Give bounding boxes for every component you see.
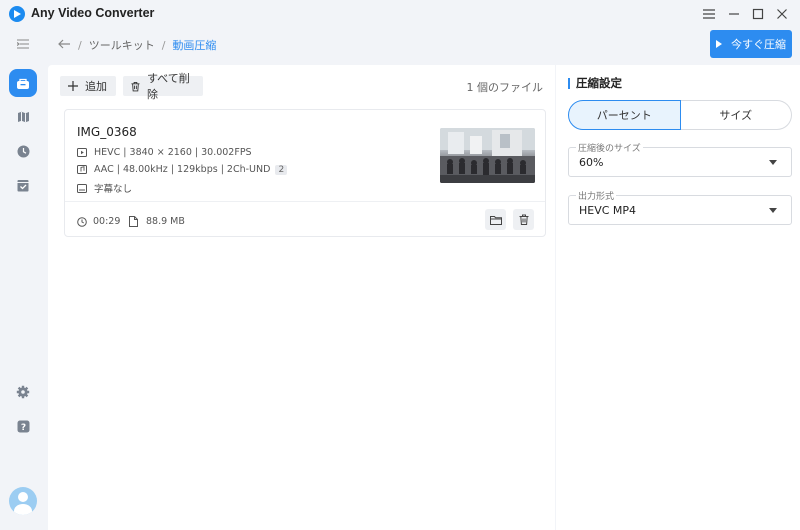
- folder-icon: [489, 215, 502, 225]
- settings-gear-icon[interactable]: [9, 378, 37, 406]
- title-bar: Any Video Converter: [0, 0, 800, 28]
- duration-text: 00:29: [93, 216, 121, 227]
- breadcrumb-separator: /: [161, 38, 166, 52]
- history-clock-icon[interactable]: [9, 137, 37, 165]
- map-nav-icon[interactable]: [9, 103, 37, 131]
- back-arrow-icon[interactable]: [58, 39, 71, 52]
- video-info: HEVC | 3840 × 2160 | 30.002FPS: [77, 147, 252, 158]
- settings-title: 圧縮設定: [568, 75, 622, 91]
- file-card[interactable]: IMG_0368 HEVC | 3840 × 2160 | 30.002FPS …: [64, 109, 546, 237]
- menu-icon[interactable]: [699, 4, 719, 24]
- clear-all-button[interactable]: すべて削除: [123, 72, 203, 101]
- title-accent-bar: [568, 77, 570, 89]
- video-info-text: HEVC | 3840 × 2160 | 30.002FPS: [94, 147, 252, 158]
- add-label: 追加: [85, 80, 107, 93]
- subtitle-text[interactable]: 字幕なし: [94, 181, 132, 195]
- file-name: IMG_0368: [77, 125, 137, 139]
- settings-title-text: 圧縮設定: [576, 76, 622, 90]
- help-icon[interactable]: ?: [9, 412, 37, 440]
- video-stream-icon: [77, 148, 87, 157]
- subtitle-icon: [77, 183, 87, 193]
- audio-track-count-badge[interactable]: 2: [275, 164, 288, 175]
- file-list-panel: 追加 すべて削除 1 個のファイル IMG_0368 HEVC | 3840 ×…: [48, 65, 555, 530]
- audio-stream-icon: [77, 165, 87, 174]
- target-size-value: 60%: [579, 156, 604, 169]
- user-avatar[interactable]: [9, 487, 37, 515]
- clock-icon: [77, 216, 87, 227]
- delete-file-button[interactable]: [513, 209, 534, 230]
- compress-now-button[interactable]: 今すぐ圧縮: [710, 30, 792, 58]
- trash-icon: [519, 214, 528, 225]
- open-folder-button[interactable]: [485, 209, 506, 230]
- minimize-button[interactable]: [724, 4, 744, 24]
- breadcrumb-current: 動画圧縮: [172, 39, 217, 52]
- clear-all-label: すべて削除: [146, 72, 190, 101]
- file-icon: [129, 216, 138, 227]
- maximize-button[interactable]: [748, 4, 768, 24]
- tab-percent[interactable]: パーセント: [568, 100, 681, 130]
- left-nav: ?: [0, 28, 46, 530]
- chevron-down-icon: [769, 208, 777, 213]
- file-count: 1 個のファイル: [466, 81, 544, 94]
- collapse-sidebar-icon[interactable]: [9, 30, 37, 58]
- add-button[interactable]: 追加: [60, 76, 116, 96]
- compression-mode-toggle: パーセント サイズ: [568, 100, 792, 130]
- compress-now-label: 今すぐ圧縮: [731, 38, 786, 51]
- play-icon: [716, 40, 722, 48]
- video-thumbnail[interactable]: [440, 128, 535, 183]
- breadcrumb-toolkit[interactable]: ツールキット: [89, 37, 155, 53]
- chevron-down-icon: [769, 160, 777, 165]
- card-divider: [65, 201, 545, 202]
- target-size-label: 圧縮後のサイズ: [576, 141, 643, 154]
- file-size-text: 88.9 MB: [146, 216, 185, 227]
- compression-settings-panel: 圧縮設定 パーセント サイズ 圧縮後のサイズ 60% 出力形式 HEVC MP4: [556, 65, 800, 530]
- duration: 00:29: [77, 216, 120, 227]
- plus-icon: [68, 81, 78, 91]
- target-size-select[interactable]: 圧縮後のサイズ 60%: [568, 141, 792, 177]
- close-button[interactable]: [772, 4, 792, 24]
- app-logo-icon: [9, 6, 25, 22]
- breadcrumb-separator: /: [78, 38, 82, 52]
- output-format-label: 出力形式: [576, 189, 617, 202]
- tasks-check-icon[interactable]: [9, 171, 37, 199]
- breadcrumb: / ツールキット / 動画圧縮: [58, 37, 216, 53]
- file-size: 88.9 MB: [129, 216, 185, 227]
- toolkit-nav-icon[interactable]: [9, 69, 37, 97]
- tab-size[interactable]: サイズ: [680, 100, 792, 130]
- audio-info-text: AAC | 48.00kHz | 129kbps | 2Ch-UND: [94, 164, 271, 175]
- app-title: Any Video Converter: [31, 6, 155, 20]
- svg-text:?: ?: [20, 423, 25, 433]
- subtitle-info: 字幕なし: [77, 181, 132, 195]
- trash-icon: [131, 81, 140, 91]
- audio-info: AAC | 48.00kHz | 129kbps | 2Ch-UND 2: [77, 164, 288, 175]
- output-format-select[interactable]: 出力形式 HEVC MP4: [568, 189, 792, 225]
- output-format-value: HEVC MP4: [579, 204, 637, 217]
